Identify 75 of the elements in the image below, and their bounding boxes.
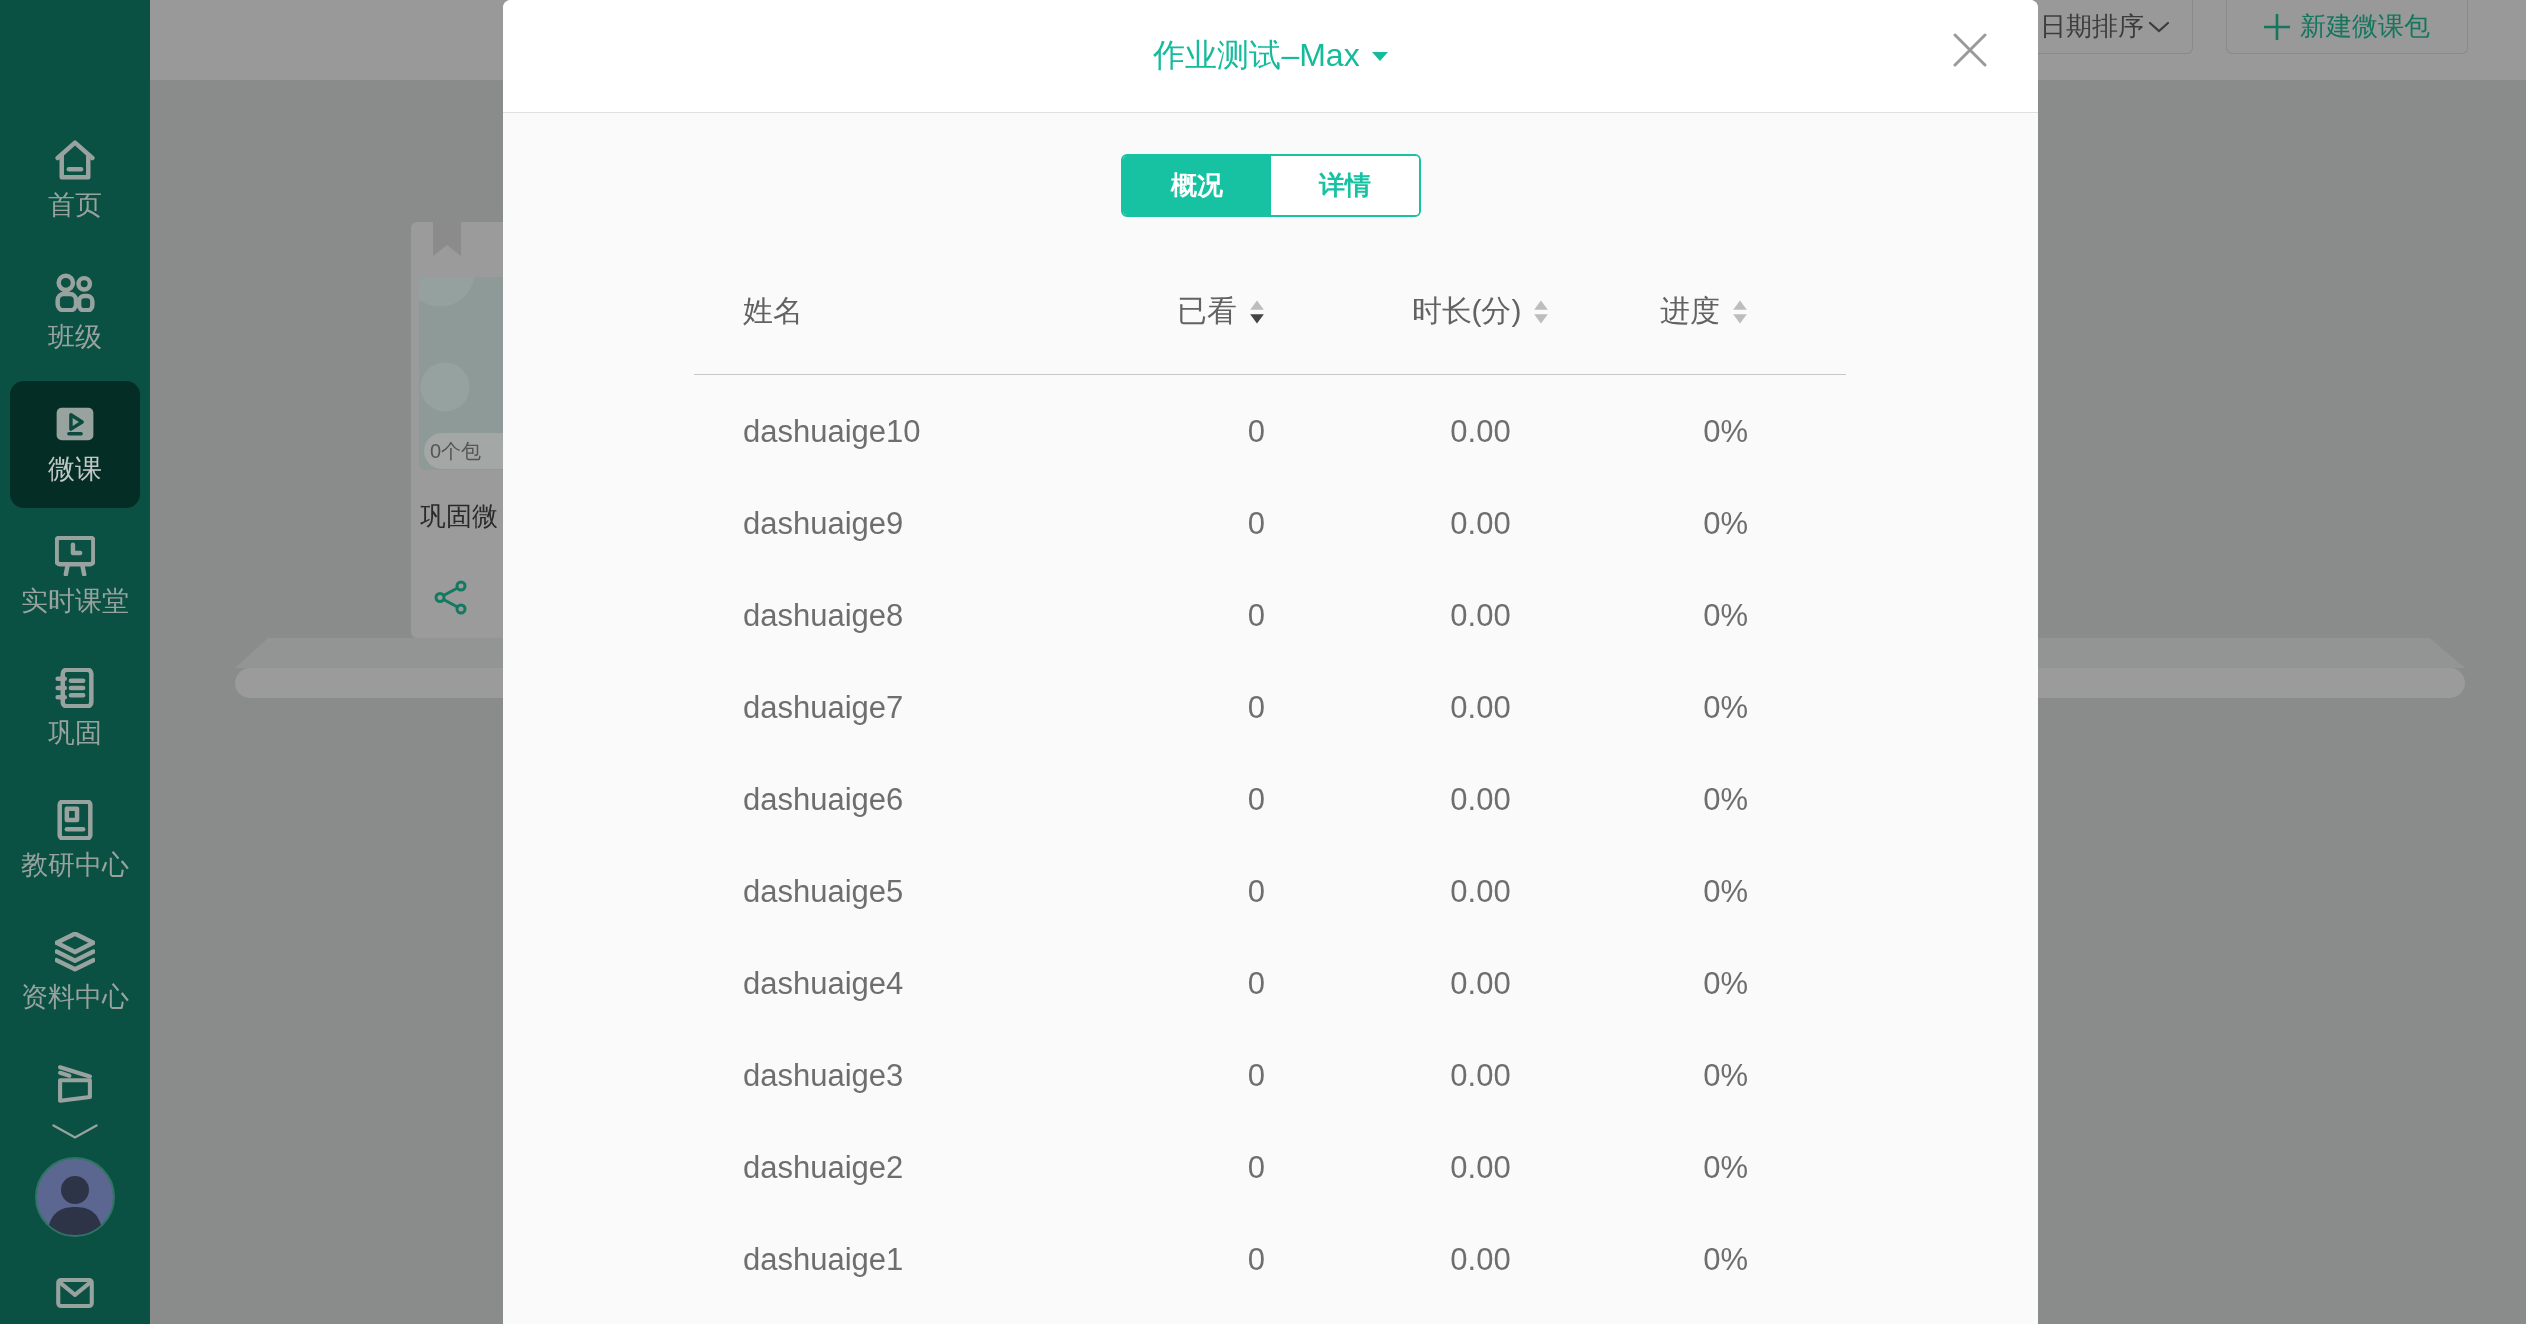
student-name: dashuaige10 [743,414,921,450]
student-name: dashuaige6 [743,782,904,818]
people-icon [55,272,95,312]
duration-value: 0.00 [1450,414,1511,450]
column-header[interactable]: 已看 [1177,291,1265,332]
duration-value: 0.00 [1450,690,1511,726]
student-name: dashuaige9 [743,506,904,542]
card-title: 巩固微 [419,500,499,532]
presentation-board-icon [55,536,95,576]
student-name: dashuaige2 [743,1150,904,1186]
book-icon [55,800,95,840]
duration-value: 0.00 [1450,1150,1511,1186]
close-icon [1953,33,1987,67]
sidebar-item[interactable]: 巩固 [10,645,140,772]
folded-paper-icon[interactable] [57,1065,93,1103]
close-button[interactable] [1953,33,1987,67]
duration-value: 0.00 [1450,1242,1511,1278]
course-card[interactable]: 0个包 巩固微 [411,222,503,638]
progress-value: 0% [1703,1242,1748,1278]
student-name: dashuaige7 [743,690,904,726]
student-name: dashuaige3 [743,1058,904,1094]
chevron-down-icon [2148,20,2170,33]
home-icon [55,140,95,180]
sidebar-item[interactable]: 首页 [10,117,140,244]
chevron-down-icon[interactable] [52,1124,98,1139]
view-count: 0 [1247,506,1265,542]
view-count: 0 [1247,1150,1265,1186]
caret-icon [1371,51,1388,61]
mail-icon[interactable] [56,1277,94,1309]
progress-value: 0% [1703,1058,1748,1094]
duration-value: 0.00 [1450,782,1511,818]
duration-value: 0.00 [1450,874,1511,910]
avatar-icon[interactable] [35,1157,115,1237]
sidebar-item[interactable]: 教研中心 [10,777,140,904]
student-name: dashuaige8 [743,598,904,634]
tab[interactable]: 详情 [1270,156,1419,215]
title-dropdown[interactable]: 作业测试–Max [1153,34,1388,78]
view-count: 0 [1247,414,1265,450]
student-name: dashuaige4 [743,966,904,1002]
plus-icon [2264,13,2290,40]
view-count: 0 [1247,1058,1265,1094]
column-header[interactable]: 时长(分) [1411,291,1550,332]
notebook-icon [55,668,95,708]
column-header[interactable]: 进度 [1660,291,1748,332]
student-name: dashuaige1 [743,1242,904,1278]
sidebar-item[interactable]: 微课 [10,381,140,508]
view-count: 0 [1247,874,1265,910]
package-count-badge: 0个包 [424,433,503,469]
progress-value: 0% [1703,782,1748,818]
view-count: 0 [1247,1242,1265,1278]
new-package-button[interactable]: 新建微课包 [2226,0,2468,54]
duration-value: 0.00 [1450,598,1511,634]
layers-icon [55,932,95,972]
view-count: 0 [1247,966,1265,1002]
progress-value: 0% [1703,874,1748,910]
progress-value: 0% [1703,506,1748,542]
progress-value: 0% [1703,598,1748,634]
duration-value: 0.00 [1450,966,1511,1002]
progress-value: 0% [1703,414,1748,450]
view-count: 0 [1247,690,1265,726]
column-header: 姓名 [743,293,803,329]
progress-value: 0% [1703,1150,1748,1186]
progress-value: 0% [1703,966,1748,1002]
view-count: 0 [1247,598,1265,634]
sort-icon[interactable] [1249,299,1265,324]
duration-value: 0.00 [1450,1058,1511,1094]
duration-value: 0.00 [1450,506,1511,542]
tab[interactable]: 概况 [1122,156,1271,215]
sidebar-item[interactable]: 实时课堂 [10,513,140,640]
share-icon[interactable] [434,580,467,615]
sidebar-item[interactable]: 班级 [10,249,140,376]
view-count: 0 [1247,782,1265,818]
sidebar-item[interactable]: 资料中心 [10,909,140,1036]
progress-value: 0% [1703,690,1748,726]
student-name: dashuaige5 [743,874,904,910]
